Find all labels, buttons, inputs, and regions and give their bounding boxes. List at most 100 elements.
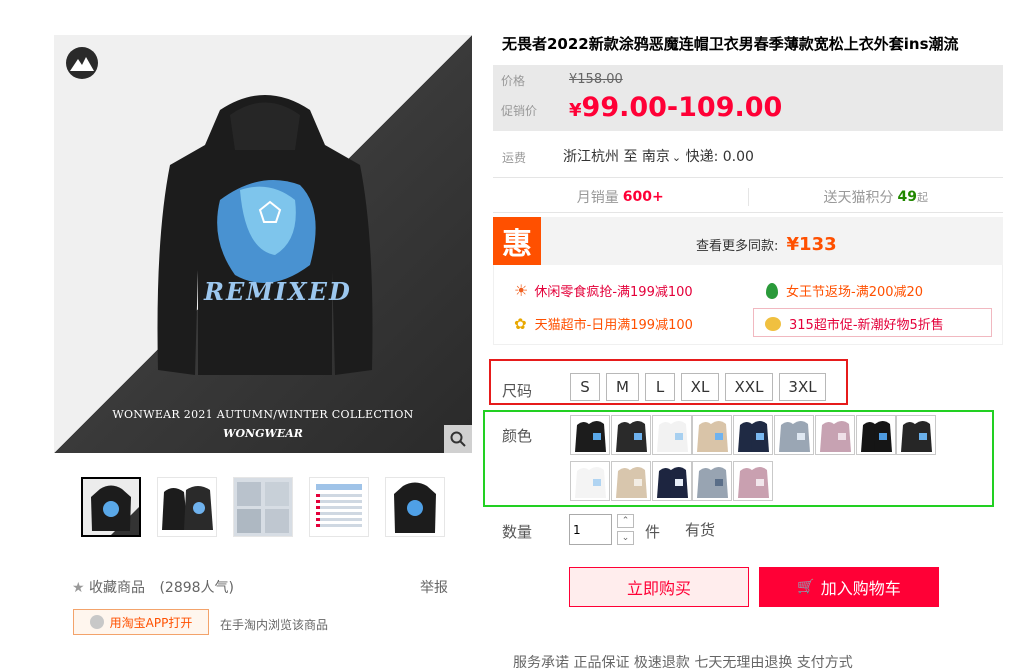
color-swatch-14[interactable] xyxy=(733,461,774,501)
size-option-xl[interactable]: XL xyxy=(681,373,719,401)
original-price: ¥158.00 xyxy=(569,72,623,87)
swatch-image xyxy=(815,416,854,454)
color-swatch-7[interactable] xyxy=(814,415,855,455)
color-swatch-3[interactable] xyxy=(651,415,692,455)
leaf-icon xyxy=(766,282,778,299)
more-same-link[interactable]: 查看更多同款: ¥133 xyxy=(696,234,837,255)
size-option-xxl[interactable]: XXL xyxy=(725,373,773,401)
promo-item-4-text: 315超市促-新潮好物5折售 xyxy=(789,318,944,333)
collection-text: WONWEAR 2021 AUTUMN/WINTER COLLECTION xyxy=(112,408,414,421)
thumbnail-3[interactable] xyxy=(233,477,293,537)
thumbnail-4-size-chart[interactable] xyxy=(309,477,369,537)
add-to-cart-button[interactable]: 🛒 加入购物车 xyxy=(759,567,939,607)
hoodie-print-text: REMIXED xyxy=(204,277,352,306)
quantity-decrease-button[interactable]: ⌄ xyxy=(617,531,634,545)
swatch-image xyxy=(734,462,773,500)
points-value: 49 xyxy=(897,189,917,205)
promo-item-1[interactable]: ☀ 休闲零食疯抢-满199减100 xyxy=(514,281,693,300)
open-in-app-button[interactable]: 用淘宝APP打开 xyxy=(73,609,209,635)
size-option-s[interactable]: S xyxy=(570,373,600,401)
zoom-button[interactable] xyxy=(444,425,472,453)
swatch-image xyxy=(693,462,732,500)
popularity-count: (2898人气) xyxy=(159,580,235,596)
bear-icon xyxy=(765,316,781,331)
service-tabs: 服务承诺 正品保证 极速退款 七天无理由退换 支付方式 xyxy=(513,655,853,671)
thumbnail-1[interactable] xyxy=(81,477,141,537)
promo-item-2[interactable]: 女王节返场-满200减20 xyxy=(766,281,923,300)
discount-badge: 惠 xyxy=(493,217,541,265)
promo-item-2-text: 女王节返场-满200减20 xyxy=(786,285,924,300)
swatch-image xyxy=(734,416,773,454)
ship-to-select[interactable]: 南京 ⌄ xyxy=(642,149,681,165)
color-label: 颜色 xyxy=(502,427,533,445)
monthly-sales-value: 600+ xyxy=(622,189,664,205)
taobao-icon xyxy=(89,615,104,629)
quantity-label: 数量 xyxy=(502,523,533,541)
color-swatch-4[interactable] xyxy=(692,415,733,455)
points-label: 送天猫积分 xyxy=(823,190,894,206)
color-swatch-12[interactable] xyxy=(651,461,692,501)
promo-item-3[interactable]: ✿ 天猫超市-日用满199减100 xyxy=(514,314,693,334)
monthly-sales-label: 月销量 xyxy=(576,190,619,206)
monthly-sales: 月销量 600+ xyxy=(493,188,749,206)
promo-item-3-text: 天猫超市-日用满199减100 xyxy=(534,318,693,333)
color-swatch-1[interactable] xyxy=(570,415,610,455)
promo-price: ¥99.00-109.00 xyxy=(569,92,782,123)
divider xyxy=(493,177,1003,178)
promo-item-4[interactable]: 315超市促-新潮好物5折售 xyxy=(765,314,944,333)
color-swatch-13[interactable] xyxy=(692,461,733,501)
size-option-l[interactable]: L xyxy=(645,373,675,401)
size-option-m[interactable]: M xyxy=(606,373,639,401)
favorite-label: 收藏商品 xyxy=(89,580,146,596)
thumbnail-2[interactable] xyxy=(157,477,217,537)
swatch-image xyxy=(571,416,609,454)
sales-row: 月销量 600+ 送天猫积分 49 起 xyxy=(493,180,1003,214)
chevron-up-icon: ⌃ xyxy=(621,516,630,526)
swatch-image xyxy=(611,416,650,454)
color-swatch-11[interactable] xyxy=(610,461,651,501)
open-in-app-label: 用淘宝APP打开 xyxy=(109,615,193,630)
buy-now-button[interactable]: 立即购买 xyxy=(569,567,749,607)
swatch-image xyxy=(693,416,732,454)
favorite-product-link[interactable]: ★ 收藏商品 (2898人气) xyxy=(72,577,234,597)
color-swatch-2[interactable] xyxy=(610,415,651,455)
main-product-image[interactable]: REMIXED WONWEAR 2021 AUTUMN/WINTER COLLE… xyxy=(54,35,472,453)
report-link[interactable]: 举报 xyxy=(420,577,448,597)
ship-to-city: 南京 xyxy=(641,149,670,165)
product-title: 无畏者2022新款涂鸦恶魔连帽卫衣男春季薄款宽松上衣外套ins潮流 xyxy=(502,35,959,53)
sun-icon: ☀ xyxy=(514,281,529,300)
add-to-cart-label: 加入购物车 xyxy=(820,579,901,598)
shipping-info: 浙江杭州 至 南京 ⌄ 快递: 0.00 xyxy=(563,146,754,166)
tmall-points: 送天猫积分 49 起 xyxy=(749,180,1004,214)
color-swatch-5[interactable] xyxy=(733,415,774,455)
ship-from: 浙江杭州 xyxy=(563,149,619,165)
more-same-price: ¥133 xyxy=(786,234,837,255)
search-icon xyxy=(450,431,466,447)
swatch-image xyxy=(856,416,895,454)
swatch-image xyxy=(611,462,650,500)
promo-header: 查看更多同款: ¥133 xyxy=(541,217,1003,265)
swatch-image xyxy=(652,416,691,454)
swatch-image xyxy=(652,462,691,500)
price-panel: 价格 ¥158.00 促销价 ¥99.00-109.00 xyxy=(493,65,1003,131)
color-swatch-10[interactable] xyxy=(570,461,610,501)
star-icon: ★ xyxy=(72,580,85,596)
color-swatch-8[interactable] xyxy=(855,415,896,455)
thumbnail-5[interactable] xyxy=(385,477,445,537)
size-option-3xl[interactable]: 3XL xyxy=(779,373,826,401)
promo-item-1-text: 休闲零食疯抢-满199减100 xyxy=(534,285,693,300)
swatch-image xyxy=(571,462,609,500)
swatch-image xyxy=(897,416,936,454)
price-label: 价格 xyxy=(501,74,526,88)
promo-price-label: 促销价 xyxy=(501,104,538,118)
more-same-label: 查看更多同款: xyxy=(696,239,779,254)
color-swatch-9[interactable] xyxy=(896,415,937,455)
quantity-increase-button[interactable]: ⌃ xyxy=(617,514,634,528)
ship-to-word: 至 xyxy=(623,149,638,165)
quantity-input[interactable] xyxy=(569,514,612,545)
app-hint-text: 在手淘内浏览该商品 xyxy=(220,618,329,632)
express-fee: 快递: 0.00 xyxy=(685,149,754,165)
flower-icon: ✿ xyxy=(514,314,527,333)
color-swatch-6[interactable] xyxy=(774,415,814,455)
promo-price-value: 99.00-109.00 xyxy=(581,92,783,123)
